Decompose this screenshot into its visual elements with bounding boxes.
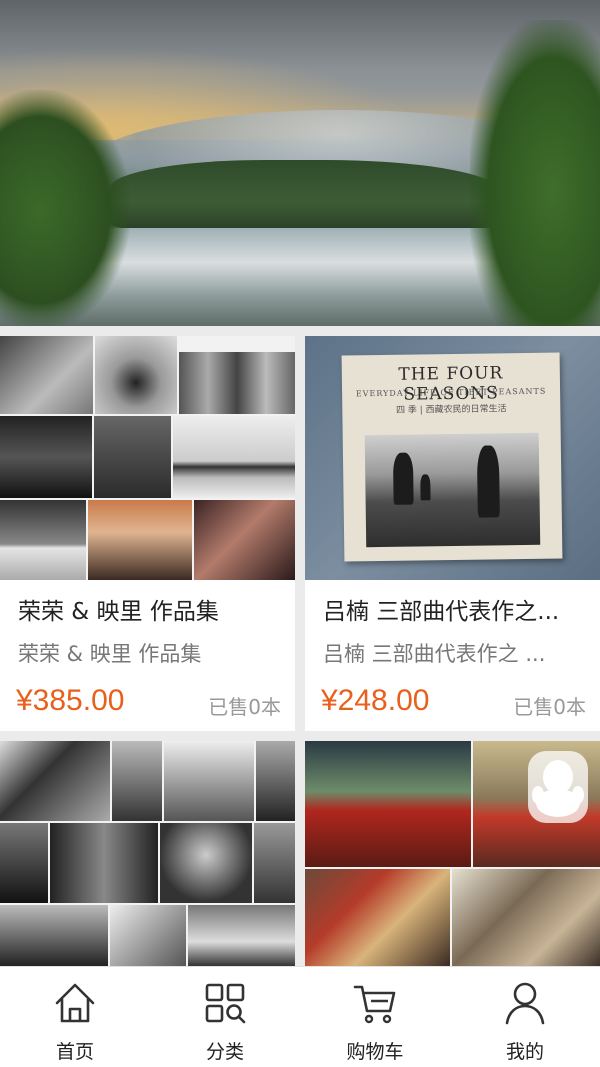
nav-home-label: 首页: [55, 1041, 94, 1063]
product-title: 吕楠 三部曲代表作之...: [323, 599, 560, 625]
book-cover-chinese-title: 四 季 | 西藏农民的日常生活: [395, 404, 507, 416]
product-subtitle: 荣荣 & 映里 作品集: [18, 642, 202, 666]
nav-category-label: 分类: [205, 1041, 244, 1063]
product-subtitle: 吕楠 三部曲代表作之 ...: [323, 642, 546, 666]
product-price: ¥385.00: [16, 684, 125, 717]
nav-cart-label: 购物车: [346, 1041, 404, 1063]
nav-cart[interactable]: 购物车: [300, 967, 450, 1067]
hero-banner[interactable]: [0, 0, 600, 326]
book-cover-title: THE FOUR SEASONS: [398, 363, 504, 405]
category-icon: [205, 983, 246, 1024]
product-title: 荣荣 & 映里 作品集: [18, 599, 219, 625]
product-image-collage: [0, 336, 295, 580]
nav-profile[interactable]: 我的: [450, 967, 600, 1067]
customer-service-float-icon[interactable]: [522, 747, 592, 827]
product-image-collage: [0, 741, 295, 966]
banner-left-tree: [0, 90, 130, 326]
book-cover-photo: [364, 432, 541, 548]
product-image: THE FOUR SEASONS EVERYDAY LIFE OF TIBET …: [305, 336, 600, 580]
product-card[interactable]: THE FOUR SEASONS EVERYDAY LIFE OF TIBET …: [305, 336, 600, 731]
product-price: ¥248.00: [321, 684, 430, 717]
product-sold-count: 已售0本: [208, 695, 281, 719]
product-card[interactable]: 荣荣 & 映里 作品集 荣荣 & 映里 作品集 ¥385.00 已售0本: [0, 336, 295, 731]
user-icon: [505, 982, 545, 1025]
book-cover: THE FOUR SEASONS EVERYDAY LIFE OF TIBET …: [341, 352, 563, 562]
product-sold-count: 已售0本: [513, 695, 586, 719]
banner-forest: [110, 160, 500, 230]
bottom-nav: 首页 分类 购物车 我的: [0, 966, 600, 1067]
product-card[interactable]: [0, 741, 295, 966]
nav-home[interactable]: 首页: [0, 967, 150, 1067]
cart-icon: [353, 985, 396, 1024]
nav-profile-label: 我的: [505, 1041, 544, 1063]
banner-right-tree: [470, 20, 600, 326]
nav-category[interactable]: 分类: [150, 967, 300, 1067]
home-icon: [55, 983, 95, 1023]
